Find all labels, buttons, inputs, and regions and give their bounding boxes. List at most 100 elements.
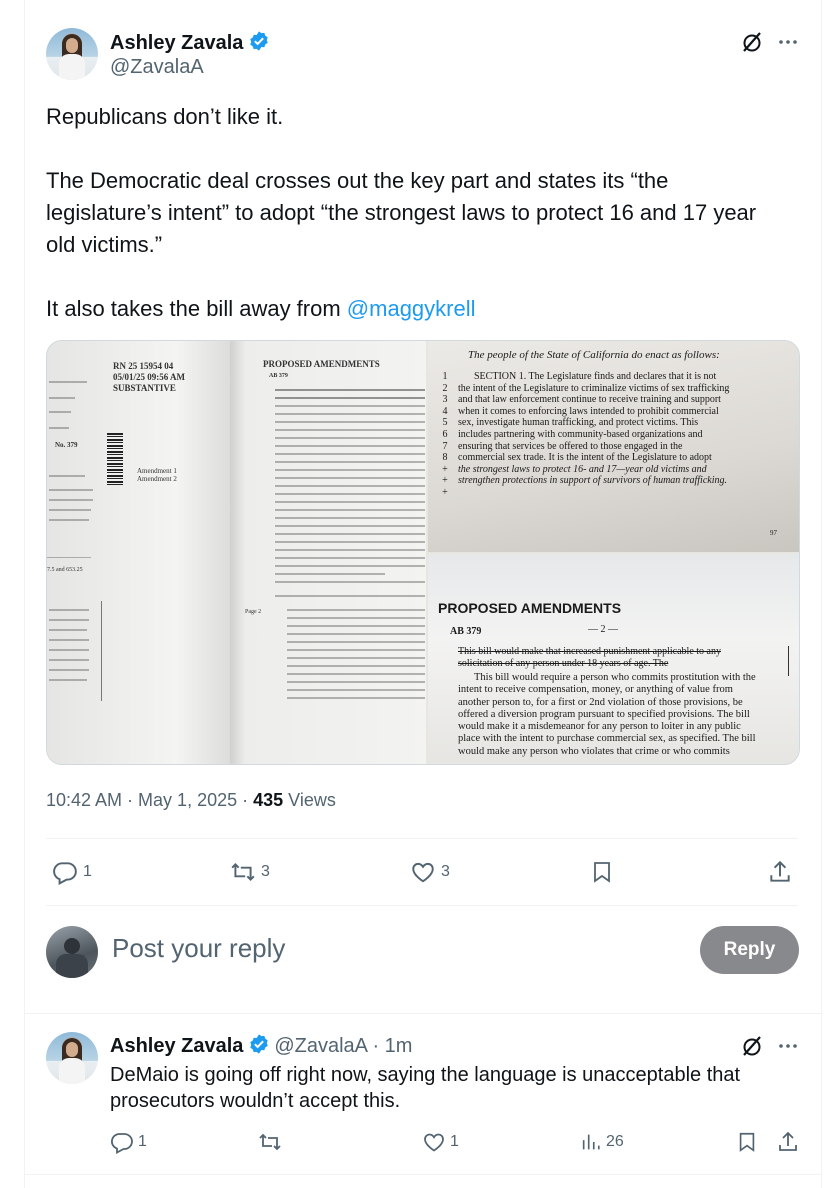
doc2-line-italic: strengthen protections in support of sur…	[458, 475, 727, 487]
share-icon	[770, 860, 790, 882]
reply-time[interactable]: · 1m	[367, 1035, 412, 1057]
doc2-line: when it comes to enforcing laws intended…	[458, 405, 719, 417]
more-options-icon[interactable]	[776, 30, 800, 59]
divider	[24, 1174, 822, 1175]
tweet-paragraph-3-text: It also takes the bill away from	[46, 296, 347, 321]
reply-reply-count: 1	[138, 1133, 147, 1150]
reply-author-row: Ashley Zavala @ZavalaA · 1m	[110, 1033, 412, 1058]
reply-repost-button[interactable]	[257, 1130, 283, 1154]
tweet-paragraph-2: The Democratic deal crosses out the key …	[46, 168, 757, 257]
repost-action-button[interactable]: 3	[229, 859, 270, 885]
repost-icon	[259, 1133, 281, 1151]
author-name-row: Ashley Zavala	[110, 30, 270, 55]
doc2-line: sex, investigate human trafficking, and …	[458, 417, 699, 429]
doc1-amendment-1: Amendment 1	[137, 467, 177, 475]
doc1-header-line-2: 05/01/25 09:56 AM	[113, 372, 185, 382]
doc2-section-text: SECTION 1. The Legislature finds and dec…	[458, 371, 798, 487]
doc2-num: 6	[442, 428, 448, 440]
reply-share-button[interactable]	[776, 1130, 800, 1154]
heart-icon	[412, 862, 434, 883]
media-photo-1[interactable]: RN 25 15954 04 05/01/25 09:56 AM SUBSTAN…	[47, 341, 426, 764]
doc1-bill: AB 379	[269, 373, 288, 379]
author-name[interactable]: Ashley Zavala	[110, 32, 243, 54]
doc3-line: place with the intent to purchase commer…	[458, 733, 756, 745]
media-grid[interactable]: RN 25 15954 04 05/01/25 09:56 AM SUBSTAN…	[46, 340, 800, 765]
reply-like-button[interactable]: 1	[422, 1130, 459, 1154]
divider	[46, 838, 798, 839]
doc3-line: would make any person who violates that …	[458, 745, 730, 757]
grok-icon[interactable]	[740, 1034, 764, 1063]
barcode-image	[107, 433, 123, 485]
bookmark-icon	[594, 862, 610, 883]
author-avatar[interactable]	[46, 28, 98, 80]
doc3-line: offered a diversion program pursuant to …	[458, 708, 750, 720]
like-action-button[interactable]: 3	[410, 859, 450, 885]
doc2-num: 1	[442, 371, 448, 382]
verified-badge-icon	[250, 31, 268, 51]
doc1-header: RN 25 15954 04 05/01/25 09:56 AM SUBSTAN…	[113, 361, 185, 394]
timestamp-link[interactable]: 10:42 AM · May 1, 2025 ·	[46, 790, 253, 810]
repost-count: 3	[261, 863, 270, 880]
share-action-button[interactable]	[767, 859, 793, 885]
doc1-title: PROPOSED AMENDMENTS	[263, 359, 380, 369]
reply-author-name[interactable]: Ashley Zavala	[110, 1035, 243, 1057]
doc2-line-italic: the strongest laws to protect 16- and 17…	[458, 463, 707, 475]
doc1-amendment-2: Amendment 2	[137, 475, 177, 483]
doc2-line: and that law enforcement continue to rec…	[458, 394, 721, 406]
tweet-text: Republicans don’t like it. The Democrati…	[46, 101, 786, 325]
reply-icon	[111, 1133, 133, 1154]
doc2-line: includes partnering with community-based…	[458, 428, 703, 440]
doc2-num: 3	[442, 394, 448, 406]
bookmark-icon	[739, 1132, 755, 1152]
doc1-page-label: Page 2	[245, 609, 262, 615]
reply-icon	[53, 862, 77, 885]
reply-bookmark-button[interactable]	[736, 1130, 758, 1154]
reply-views-button[interactable]: 26	[580, 1130, 624, 1154]
reply-reply-button[interactable]: 1	[110, 1130, 147, 1154]
doc2-enact-clause: The people of the State of California do…	[468, 349, 720, 361]
doc3-page: — 2 —	[588, 624, 618, 635]
views-count: 435	[253, 790, 284, 810]
mention-link[interactable]: @maggykrell	[347, 296, 476, 321]
share-icon	[779, 1131, 797, 1151]
author-handle[interactable]: @ZavalaA	[110, 56, 204, 79]
media-photo-2[interactable]: The people of the State of California do…	[428, 341, 799, 552]
doc2-num: 5	[442, 417, 448, 429]
heart-icon	[424, 1133, 444, 1152]
doc2-line: ensuring that services be offered to tho…	[458, 440, 683, 452]
doc1-side-ref: 7.5 and 653.25	[47, 567, 83, 573]
media-photo-3[interactable]: PROPOSED AMENDMENTS AB 379 — 2 — This bi…	[428, 554, 799, 764]
reply-count: 1	[83, 863, 92, 880]
bookmark-action-button[interactable]	[590, 859, 614, 885]
doc2-num: 7	[442, 440, 448, 452]
doc3-line: would make it a misdemeanor for any pers…	[458, 721, 741, 733]
doc3-body: This bill would require a person who com…	[458, 672, 794, 758]
doc3-title: PROPOSED AMENDMENTS	[438, 600, 622, 616]
reply-text: DeMaio is going off right now, saying th…	[110, 1064, 741, 1112]
doc2-num: 8	[442, 452, 448, 464]
views-label: Views	[283, 790, 336, 810]
doc3-bill: AB 379	[450, 626, 482, 637]
doc2-num: +	[442, 486, 448, 498]
grok-icon[interactable]	[740, 30, 764, 59]
tweet-meta: 10:42 AM · May 1, 2025 · 435 Views	[46, 790, 336, 811]
doc1-header-line-3: SUBSTANTIVE	[113, 383, 176, 393]
reply-like-count: 1	[450, 1133, 459, 1150]
doc1-bill-number: No. 379	[55, 441, 78, 449]
divider	[24, 1013, 822, 1014]
tweet-paragraph-1: Republicans don’t like it.	[46, 104, 284, 129]
reply-input[interactable]: Post your reply	[112, 933, 285, 964]
more-options-icon[interactable]	[776, 1034, 800, 1063]
reply-author-handle[interactable]: @ZavalaA	[274, 1035, 367, 1057]
current-user-avatar[interactable]	[46, 926, 98, 978]
analytics-icon	[582, 1134, 600, 1150]
reply-author-avatar[interactable]	[46, 1032, 98, 1084]
doc3-line: another person to, for a first or 2nd vi…	[458, 696, 743, 708]
doc2-num: +	[442, 463, 448, 475]
repost-icon	[231, 863, 255, 881]
like-count: 3	[441, 863, 450, 880]
tweet-paragraph-3: It also takes the bill away from @maggyk…	[46, 293, 786, 325]
reply-submit-button[interactable]: Reply	[700, 926, 799, 974]
reply-action-button[interactable]: 1	[52, 859, 92, 885]
doc3-line: intent to receive compensation, money, o…	[458, 684, 733, 696]
